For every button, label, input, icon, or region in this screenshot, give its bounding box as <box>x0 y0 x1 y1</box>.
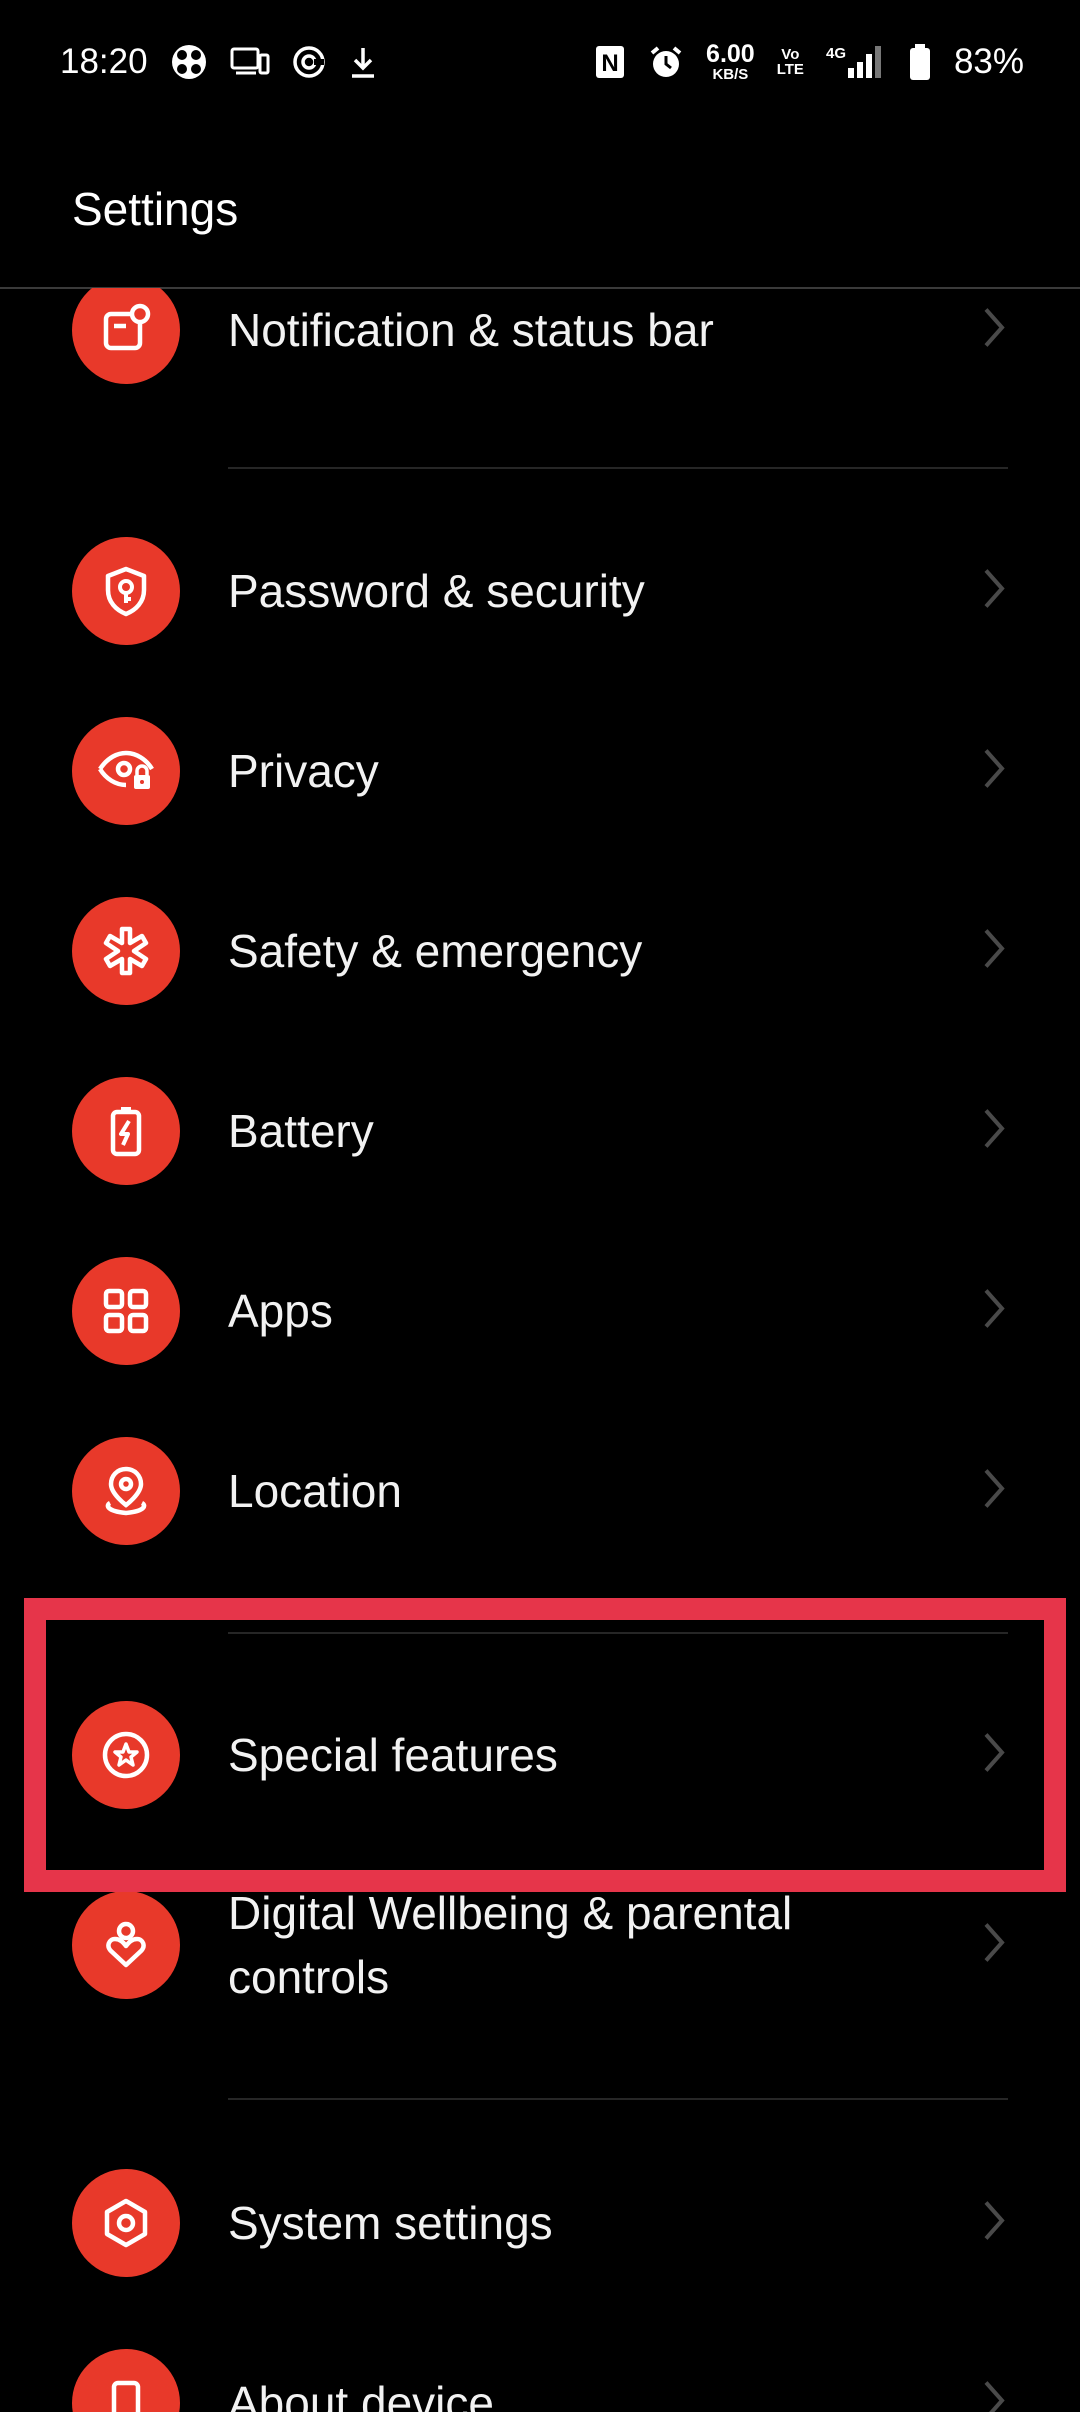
battery-status-icon <box>908 43 932 81</box>
chevron-right-icon <box>982 1731 1006 1780</box>
settings-item-label: Notification & status bar <box>228 304 714 356</box>
settings-item-system-settings[interactable]: System settings <box>0 2133 1080 2313</box>
settings-item-digital-wellbeing[interactable]: Digital Wellbeing & parental controls <box>0 1855 1080 2035</box>
settings-item-safety-emergency[interactable]: Safety & emergency <box>0 861 1080 1041</box>
eye-lock-icon <box>72 717 180 825</box>
volte-indicator: Vo LTE <box>777 47 804 77</box>
volte-top: Vo <box>781 46 800 63</box>
hexagon-gear-icon <box>72 2169 180 2277</box>
settings-list[interactable]: Notification & status bar Password & sec… <box>0 288 1080 2412</box>
sync-icon <box>292 45 326 79</box>
speed-value: 6.00 <box>706 40 755 68</box>
settings-item-label: About device <box>228 2377 494 2412</box>
location-pin-icon <box>72 1437 180 1545</box>
nfc-icon: N <box>594 44 626 80</box>
speed-unit: KB/S <box>712 66 749 83</box>
chevron-right-icon <box>982 747 1006 796</box>
settings-item-notification[interactable]: Notification & status bar <box>0 288 1080 420</box>
chevron-right-icon <box>982 1107 1006 1156</box>
settings-item-label: Password & security <box>228 565 645 617</box>
status-bar-left: 18:20 <box>60 42 378 82</box>
shield-key-icon <box>72 537 180 645</box>
chevron-right-icon <box>982 306 1006 355</box>
network-type: 4G <box>826 45 846 62</box>
status-bar-right: N 6.00 KB/S Vo LTE 4G 83% <box>594 42 1024 82</box>
settings-item-label: Location <box>228 1465 402 1517</box>
settings-item-label: Battery <box>228 1105 374 1157</box>
chevron-right-icon <box>982 2379 1006 2412</box>
status-time: 18:20 <box>60 42 148 81</box>
battery-percent: 83% <box>953 42 1024 81</box>
settings-item-apps[interactable]: Apps <box>0 1221 1080 1401</box>
asterisk-icon <box>72 897 180 1005</box>
settings-item-location[interactable]: Location <box>0 1401 1080 1581</box>
cast-icon <box>230 46 270 78</box>
chevron-right-icon <box>982 1921 1006 1970</box>
page-title: Settings <box>72 183 239 235</box>
notification-icon <box>72 288 180 384</box>
chevron-right-icon <box>982 567 1006 616</box>
battery-icon <box>72 1077 180 1185</box>
settings-item-special-features[interactable]: Special features <box>0 1665 1080 1845</box>
download-icon <box>348 45 378 79</box>
person-heart-icon <box>72 1891 180 1999</box>
network-speed: 6.00 KB/S <box>706 40 755 83</box>
settings-item-label: Special features <box>228 1729 558 1781</box>
settings-item-password-security[interactable]: Password & security <box>0 501 1080 681</box>
settings-item-label: System settings <box>228 2197 553 2249</box>
settings-item-label: Safety & emergency <box>228 925 643 977</box>
app-icon <box>170 43 208 81</box>
status-bar: 18:20 N 6.00 KB/S Vo LTE 4G 83% <box>0 0 1080 124</box>
chevron-right-icon <box>982 927 1006 976</box>
nfc-letter: N <box>601 50 618 77</box>
alarm-icon <box>648 44 684 80</box>
section-divider <box>228 2098 1008 2100</box>
settings-item-battery[interactable]: Battery <box>0 1041 1080 1221</box>
settings-item-about-device[interactable]: About device <box>0 2313 1080 2412</box>
chevron-right-icon <box>982 1287 1006 1336</box>
star-circle-icon <box>72 1701 180 1809</box>
phone-icon <box>72 2349 180 2412</box>
header: Settings <box>0 124 1080 289</box>
chevron-right-icon <box>982 2199 1006 2248</box>
section-divider <box>228 467 1008 469</box>
settings-item-label: Privacy <box>228 745 379 797</box>
signal-icon: 4G <box>826 44 886 80</box>
screen: 18:20 N 6.00 KB/S Vo LTE 4G 83% Settings… <box>0 0 1080 2412</box>
apps-grid-icon <box>72 1257 180 1365</box>
chevron-right-icon <box>982 1467 1006 1516</box>
volte-bottom: LTE <box>776 61 804 78</box>
settings-item-label: Digital Wellbeing & parental controls <box>228 1887 793 2003</box>
section-divider <box>228 1632 1008 1634</box>
settings-item-privacy[interactable]: Privacy <box>0 681 1080 861</box>
settings-item-label: Apps <box>228 1285 333 1337</box>
